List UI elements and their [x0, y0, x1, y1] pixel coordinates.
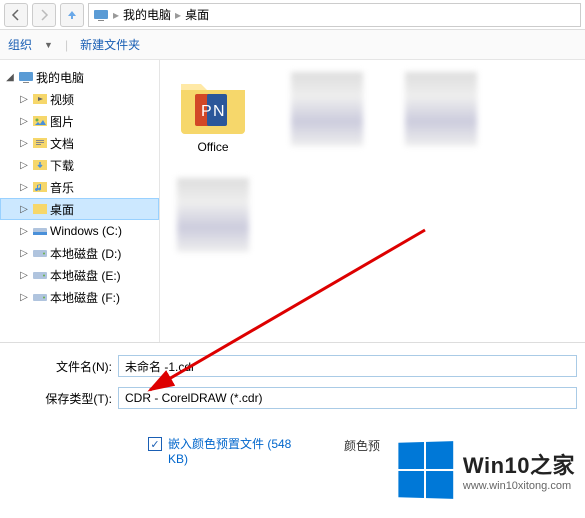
new-folder-button[interactable]: 新建文件夹	[80, 36, 140, 53]
embed-profile-label: 嵌入颜色预置文件 (548 KB)	[168, 437, 298, 467]
up-arrow-icon	[66, 9, 78, 21]
expand-icon[interactable]: ▷	[18, 93, 30, 105]
tree-item-drive-e[interactable]: ▷ 本地磁盘 (E:)	[0, 264, 159, 286]
windows-logo-icon	[398, 441, 453, 499]
up-button[interactable]	[60, 3, 84, 27]
expand-icon[interactable]: ▷	[18, 291, 30, 303]
back-button[interactable]	[4, 3, 28, 27]
file-item-blur[interactable]	[396, 72, 486, 154]
desktop-icon	[32, 201, 48, 217]
tree-item-doc[interactable]: ▷ 文档	[0, 132, 159, 154]
image-icon	[32, 113, 48, 129]
color-preview-label: 颜色预	[344, 437, 380, 454]
address-toolbar: ▸ 我的电脑 ▸ 桌面	[0, 0, 585, 30]
tree-root[interactable]: ◢ 我的电脑	[0, 66, 159, 88]
organize-button[interactable]: 组织	[8, 36, 32, 53]
blurred-thumbnail	[177, 178, 249, 252]
command-toolbar: 组织 ▼ | 新建文件夹	[0, 30, 585, 60]
watermark-url: www.win10xitong.com	[463, 480, 575, 492]
chevron-right-icon: ▸	[175, 8, 181, 22]
navigation-tree[interactable]: ◢ 我的电脑 ▷ 视频 ▷ 图片 ▷ 文档 ▷ 下载 ▷ 音乐	[0, 60, 160, 342]
computer-icon	[93, 7, 109, 23]
tree-item-label: 桌面	[50, 201, 74, 218]
forward-arrow-icon	[38, 9, 50, 21]
expand-icon[interactable]: ▷	[18, 225, 30, 237]
expand-icon[interactable]: ▷	[18, 181, 30, 193]
tree-item-drive-c[interactable]: ▷ Windows (C:)	[0, 220, 159, 242]
file-list[interactable]: PN Office	[160, 60, 585, 342]
video-icon	[32, 91, 48, 107]
tree-item-drive-f[interactable]: ▷ 本地磁盘 (F:)	[0, 286, 159, 308]
drive-icon	[32, 223, 48, 239]
expand-icon[interactable]: ▷	[18, 247, 30, 259]
folder-icon: PN	[177, 72, 249, 136]
tree-item-label: 音乐	[50, 179, 74, 196]
main-area: ◢ 我的电脑 ▷ 视频 ▷ 图片 ▷ 文档 ▷ 下载 ▷ 音乐	[0, 60, 585, 342]
tree-item-download[interactable]: ▷ 下载	[0, 154, 159, 176]
file-item-office[interactable]: PN Office	[168, 72, 258, 154]
music-icon	[32, 179, 48, 195]
filename-input[interactable]: 未命名 -1.cdr	[118, 355, 577, 377]
filename-row: 文件名(N): 未命名 -1.cdr	[8, 353, 577, 379]
drive-icon	[32, 267, 48, 283]
dropdown-arrow-icon[interactable]: ▼	[44, 40, 53, 50]
filename-label: 文件名(N):	[8, 358, 118, 375]
back-arrow-icon	[10, 9, 22, 21]
expand-icon[interactable]: ▷	[18, 115, 30, 127]
collapse-icon[interactable]: ◢	[4, 71, 16, 83]
svg-text:N: N	[213, 103, 225, 120]
tree-item-image[interactable]: ▷ 图片	[0, 110, 159, 132]
forward-button[interactable]	[32, 3, 56, 27]
tree-item-label: 文档	[50, 135, 74, 152]
tree-item-label: 本地磁盘 (D:)	[50, 245, 121, 262]
tree-item-label: 图片	[50, 113, 74, 130]
breadcrumb-current[interactable]: 桌面	[185, 6, 209, 23]
expand-icon[interactable]: ▷	[18, 203, 30, 215]
file-label: Office	[197, 140, 228, 154]
download-icon	[32, 157, 48, 173]
type-row: 保存类型(T): CDR - CorelDRAW (*.cdr)	[8, 385, 577, 411]
watermark: Win10之家 www.win10xitong.com	[397, 442, 575, 498]
expand-icon[interactable]: ▷	[18, 137, 30, 149]
tree-root-label: 我的电脑	[36, 69, 84, 86]
drive-icon	[32, 289, 48, 305]
chevron-right-icon: ▸	[113, 8, 119, 22]
document-icon	[32, 135, 48, 151]
tree-item-video[interactable]: ▷ 视频	[0, 88, 159, 110]
drive-icon	[32, 245, 48, 261]
tree-item-music[interactable]: ▷ 音乐	[0, 176, 159, 198]
tree-item-drive-d[interactable]: ▷ 本地磁盘 (D:)	[0, 242, 159, 264]
breadcrumb-root[interactable]: 我的电脑	[123, 6, 171, 23]
expand-icon[interactable]: ▷	[18, 159, 30, 171]
embed-profile-checkbox[interactable]: ✓	[148, 437, 162, 451]
breadcrumb[interactable]: ▸ 我的电脑 ▸ 桌面	[88, 3, 581, 27]
type-dropdown[interactable]: CDR - CorelDRAW (*.cdr)	[118, 387, 577, 409]
tree-item-label: 本地磁盘 (F:)	[50, 289, 120, 306]
file-item-blur[interactable]	[282, 72, 372, 154]
tree-item-label: 视频	[50, 91, 74, 108]
computer-icon	[18, 69, 34, 85]
tree-item-label: Windows (C:)	[50, 224, 122, 238]
tree-item-label: 本地磁盘 (E:)	[50, 267, 121, 284]
svg-text:P: P	[201, 103, 212, 120]
tree-item-label: 下载	[50, 157, 74, 174]
blurred-thumbnail	[405, 72, 477, 146]
tree-item-desktop[interactable]: ▷ 桌面	[0, 198, 159, 220]
file-item-blur[interactable]	[168, 178, 258, 252]
expand-icon[interactable]: ▷	[18, 269, 30, 281]
blurred-thumbnail	[291, 72, 363, 146]
type-label: 保存类型(T):	[8, 390, 118, 407]
watermark-title: Win10之家	[463, 448, 575, 480]
